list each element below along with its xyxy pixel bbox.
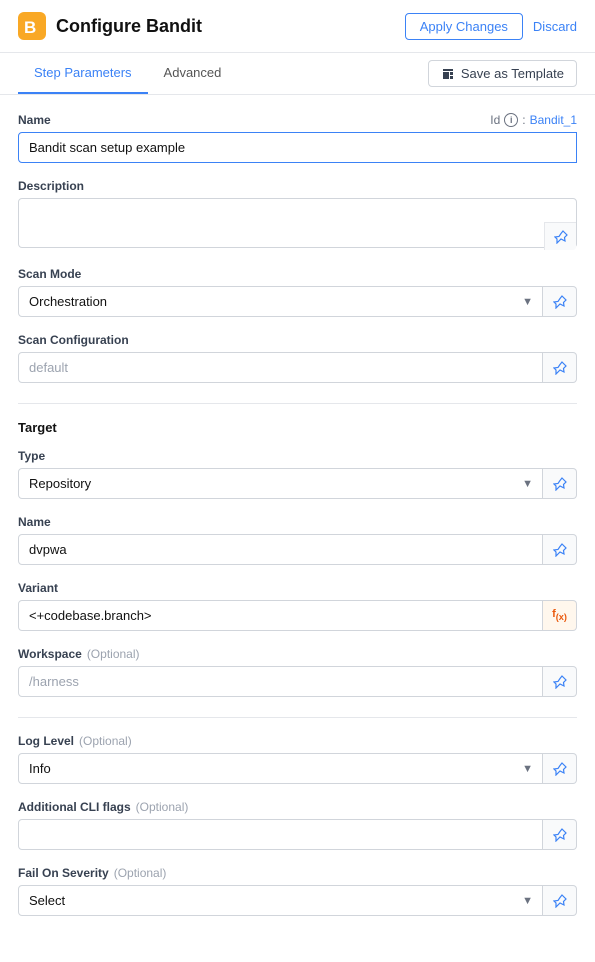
name-input[interactable] [18,132,577,163]
template-icon [441,67,455,81]
bandit-logo-icon: B [18,12,46,40]
id-value: Bandit_1 [530,113,577,127]
expression-icon: f(x) [552,608,567,622]
cli-flags-optional-label: (Optional) [136,800,189,814]
pin-icon [553,543,567,557]
variant-label: Variant [18,581,577,595]
id-label-text: Id [490,113,500,127]
cli-flags-label: Additional CLI flags (Optional) [18,800,577,814]
target-type-select-wrapper: Repository Container Instance ▼ [18,468,543,499]
log-level-pin-button[interactable] [543,753,577,784]
fail-on-severity-optional-label: (Optional) [114,866,167,880]
fail-on-severity-label: Fail On Severity (Optional) [18,866,577,880]
target-name-pin-button[interactable] [543,534,577,565]
description-label: Description [18,179,577,193]
target-type-field-group: Type Repository Container Instance ▼ [18,449,577,499]
pin-icon [553,828,567,842]
description-pin-button[interactable] [544,222,576,250]
log-level-label: Log Level (Optional) [18,734,577,748]
name-input-row [18,132,577,163]
header: B Configure Bandit Apply Changes Discard [0,0,595,53]
scan-configuration-input-row [18,352,577,383]
id-separator: : [522,113,525,127]
tab-advanced[interactable]: Advanced [148,53,238,94]
description-field-group: Description [18,179,577,251]
scan-configuration-field-group: Scan Configuration [18,333,577,383]
scan-configuration-label: Scan Configuration [18,333,577,347]
pin-icon [553,295,567,309]
workspace-optional-label: (Optional) [87,647,140,661]
name-label: Name Id i : Bandit_1 [18,113,577,127]
scan-mode-label: Scan Mode [18,267,577,281]
target-section-title: Target [18,420,577,435]
form-area: Name Id i : Bandit_1 Description [0,95,595,962]
target-name-input[interactable] [18,534,543,565]
workspace-label: Workspace (Optional) [18,647,577,661]
target-type-label: Type [18,449,577,463]
tabs-left: Step Parameters Advanced [18,53,237,94]
scan-configuration-pin-button[interactable] [543,352,577,383]
scan-mode-select[interactable]: Orchestration Ingestion Extraction [18,286,543,317]
target-type-pin-button[interactable] [543,468,577,499]
target-name-label: Name [18,515,577,529]
advanced-divider [18,717,577,718]
scan-mode-select-wrapper: Orchestration Ingestion Extraction ▼ [18,286,543,317]
pin-icon [553,477,567,491]
log-level-field-group: Log Level (Optional) Info Debug Warning … [18,734,577,784]
fail-on-severity-input-row: Select Critical High Medium Low ▼ [18,885,577,916]
scan-mode-field-group: Scan Mode Orchestration Ingestion Extrac… [18,267,577,317]
target-name-field-group: Name [18,515,577,565]
svg-text:B: B [24,18,36,37]
fail-on-severity-pin-button[interactable] [543,885,577,916]
cli-flags-field-group: Additional CLI flags (Optional) [18,800,577,850]
pin-icon [553,361,567,375]
discard-button[interactable]: Discard [533,19,577,34]
apply-changes-button[interactable]: Apply Changes [405,13,523,40]
log-level-input-row: Info Debug Warning Error ▼ [18,753,577,784]
variant-input[interactable] [18,600,543,631]
name-field-group: Name Id i : Bandit_1 [18,113,577,163]
header-left: B Configure Bandit [18,12,202,40]
fail-on-severity-select-wrapper: Select Critical High Medium Low ▼ [18,885,543,916]
cli-flags-input[interactable] [18,819,543,850]
pin-icon [554,230,568,244]
cli-flags-input-row [18,819,577,850]
log-level-optional-label: (Optional) [79,734,132,748]
workspace-input[interactable] [18,666,543,697]
pin-icon [553,894,567,908]
tabs-bar: Step Parameters Advanced Save as Templat… [0,53,595,95]
variant-field-group: Variant f(x) [18,581,577,631]
id-info-icon[interactable]: i [504,113,518,127]
workspace-field-group: Workspace (Optional) [18,647,577,697]
fail-on-severity-select[interactable]: Select Critical High Medium Low [18,885,543,916]
workspace-pin-button[interactable] [543,666,577,697]
header-actions: Apply Changes Discard [405,13,577,40]
fail-on-severity-field-group: Fail On Severity (Optional) Select Criti… [18,866,577,916]
description-textarea-row [18,198,577,251]
save-as-template-button[interactable]: Save as Template [428,60,577,87]
target-type-input-row: Repository Container Instance ▼ [18,468,577,499]
target-name-input-row [18,534,577,565]
variant-expression-button[interactable]: f(x) [543,600,577,631]
target-type-select[interactable]: Repository Container Instance [18,468,543,499]
tab-step-parameters[interactable]: Step Parameters [18,53,148,94]
log-level-select[interactable]: Info Debug Warning Error [18,753,543,784]
pin-icon [553,675,567,689]
scan-configuration-input[interactable] [18,352,543,383]
variant-input-row: f(x) [18,600,577,631]
description-textarea[interactable] [18,198,577,248]
target-divider [18,403,577,404]
scan-mode-pin-button[interactable] [543,286,577,317]
log-level-select-wrapper: Info Debug Warning Error ▼ [18,753,543,784]
cli-flags-pin-button[interactable] [543,819,577,850]
pin-icon [553,762,567,776]
save-template-label: Save as Template [461,66,564,81]
header-title: Configure Bandit [56,16,202,37]
id-badge: Id i : Bandit_1 [490,113,577,127]
workspace-input-row [18,666,577,697]
scan-mode-input-row: Orchestration Ingestion Extraction ▼ [18,286,577,317]
